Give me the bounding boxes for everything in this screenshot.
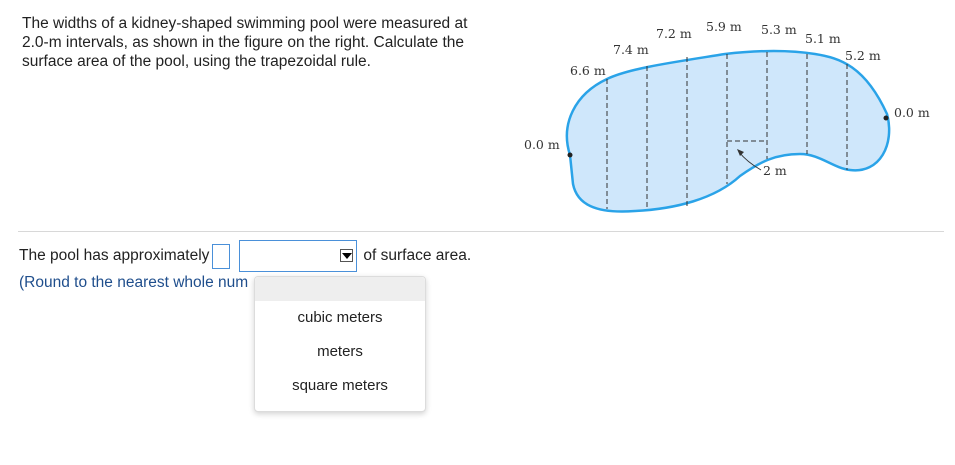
endpoint-left-dot (567, 152, 573, 158)
area-answer-input[interactable] (212, 243, 231, 269)
problem-line-1: The widths of a kidney-shaped swimming p… (22, 15, 468, 32)
unit-dropdown-menu: cubic meters meters square meters (254, 276, 426, 412)
interval-label: 2 m (763, 163, 787, 178)
pool-figure: 0.0 m 6.6 m 7.4 m 7.2 m 5.9 m 5.3 m 5.1 … (515, 14, 955, 224)
width-label-left: 0.0 m (524, 137, 560, 152)
unit-option-cubic-meters[interactable]: cubic meters (255, 301, 425, 335)
pool-outline (565, 49, 891, 213)
answer-row: The pool has approximately of surface ar… (19, 240, 472, 272)
unit-option-blank[interactable] (255, 277, 425, 301)
section-divider (18, 231, 944, 232)
width-label-5-9: 5.9 m (706, 19, 742, 34)
problem-line-2: 2.0-m intervals, as shown in the figure … (22, 34, 464, 51)
width-label-5-2: 5.2 m (845, 48, 881, 63)
width-label-right: 0.0 m (894, 105, 930, 120)
width-label-7-4: 7.4 m (613, 42, 649, 57)
rounding-hint: (Round to the nearest whole num (19, 274, 249, 291)
problem-text: The widths of a kidney-shaped swimming p… (22, 14, 502, 71)
unit-option-square-meters[interactable]: square meters (255, 369, 425, 403)
answer-suffix: of surface area. (363, 247, 472, 264)
endpoint-right-dot (883, 115, 889, 121)
width-label-5-1: 5.1 m (805, 31, 841, 46)
width-label-6-6: 6.6 m (570, 63, 606, 78)
unit-select[interactable] (239, 240, 358, 272)
width-label-5-3: 5.3 m (761, 22, 797, 37)
answer-prefix: The pool has approximately (19, 247, 210, 264)
problem-line-3: surface area of the pool, using the trap… (22, 53, 371, 70)
pool-diagram: 0.0 m 6.6 m 7.4 m 7.2 m 5.9 m 5.3 m 5.1 … (524, 19, 930, 213)
chevron-down-icon[interactable] (340, 249, 354, 262)
unit-option-meters[interactable]: meters (255, 335, 425, 369)
width-label-7-2: 7.2 m (656, 26, 692, 41)
